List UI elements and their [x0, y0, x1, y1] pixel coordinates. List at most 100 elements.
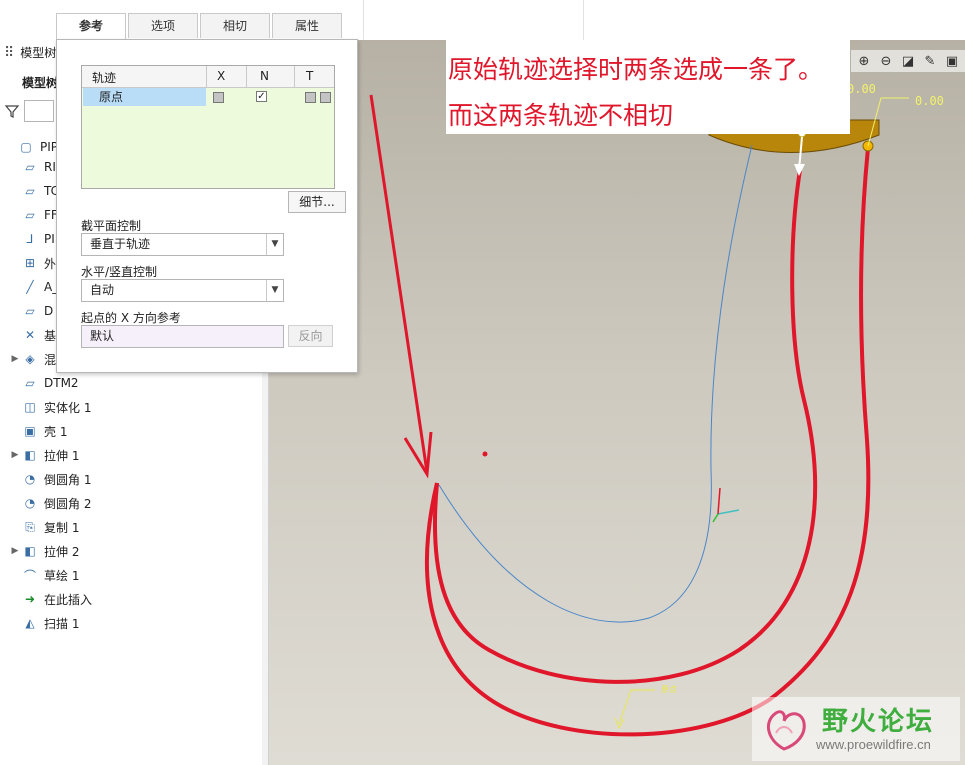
t-checkbox-2[interactable] — [320, 92, 331, 103]
plane-icon: ▱ — [25, 376, 35, 390]
refit-icon[interactable]: ◪ — [899, 52, 917, 70]
x-direction-label: 起点的 X 方向参考 — [81, 311, 181, 325]
plane-icon: ▱ — [25, 160, 35, 174]
x-checkbox[interactable] — [213, 92, 224, 103]
tree-item[interactable]: ✕ 基 — [8, 324, 56, 346]
tab-options[interactable]: 选项 — [128, 13, 198, 38]
tree-item-label: DTM2 — [44, 376, 79, 390]
trajectory-name[interactable]: 原点 — [83, 88, 206, 106]
col-x: X — [217, 69, 226, 83]
tree-item[interactable]: ▶ ◧ 拉伸 2 — [8, 540, 80, 562]
separator — [363, 0, 364, 40]
shell-icon: ▣ — [24, 424, 36, 438]
tree-item-label: 实体化 1 — [44, 400, 92, 415]
tree-item[interactable]: ▱ D — [8, 300, 53, 322]
tree-item[interactable]: ⅃ PI — [8, 228, 55, 250]
red-dot — [482, 451, 488, 457]
zoom-in-icon[interactable]: ⊕ — [855, 52, 873, 70]
direction-arrowhead — [794, 164, 805, 176]
tree-item[interactable]: ◫ 实体化 1 — [8, 396, 91, 418]
display-style-icon[interactable]: ▣ — [943, 52, 961, 70]
tab-tangency[interactable]: 相切 — [200, 13, 270, 38]
blue-curve — [438, 144, 753, 623]
tree-item[interactable]: ▶ ◧ 拉伸 1 — [8, 444, 80, 466]
blend-icon: ◈ — [25, 352, 35, 366]
tree-item-label: 倒圆角 2 — [44, 496, 92, 511]
n-checkbox[interactable]: ✓ — [256, 91, 267, 102]
hv-control-select[interactable]: 自动 ▼ — [81, 279, 284, 302]
details-button[interactable]: 细节... — [288, 191, 346, 213]
tree-item[interactable]: ▶ ◈ 混 — [8, 348, 56, 370]
tab-strip: 参考 选项 相切 属性 — [56, 13, 344, 40]
tree-item-label: 草绘 1 — [44, 568, 80, 583]
insert-here-icon: ➜ — [24, 592, 36, 606]
axis-icon: ╱ — [26, 280, 34, 294]
tree-item[interactable]: ⊞ 外 — [8, 252, 56, 274]
tree-item[interactable]: ▱ RI — [8, 156, 56, 178]
tree-grid-icon[interactable]: ⠿ — [4, 45, 14, 61]
tree-item[interactable]: ╱ A_ — [8, 276, 58, 298]
expand-arrow-icon[interactable]: ▶ — [8, 450, 22, 460]
tree-item[interactable]: ◔ 倒圆角 2 — [8, 492, 92, 514]
tree-item[interactable]: ▱ FF — [8, 204, 57, 226]
x-direction-value: 默认 — [90, 329, 115, 343]
csys-x-axis — [717, 509, 740, 515]
chevron-down-icon[interactable]: ▼ — [266, 280, 283, 301]
tree-item[interactable]: ▱ TC — [8, 180, 59, 202]
filter-icon[interactable] — [4, 103, 20, 119]
tree-item-label: D — [44, 304, 54, 318]
view-toolbar: ⊕ ⊖ ◪ ✎ ▣ — [851, 50, 965, 72]
trajectory-table-header: 轨迹 X N T — [82, 66, 334, 88]
tree-item-label: 扫描 1 — [44, 616, 80, 631]
tree-filter — [4, 100, 54, 122]
external-icon: ⊞ — [24, 256, 36, 270]
tab-properties[interactable]: 属性 — [272, 13, 342, 38]
dimension-left[interactable]: 0.00 — [847, 82, 876, 96]
tree-item[interactable]: ▱ DTM2 — [8, 372, 79, 394]
sweep-icon: ◭ — [25, 616, 35, 630]
tree-item[interactable]: ▣ 壳 1 — [8, 420, 67, 442]
watermark-url: www.proewildfire.cn — [816, 737, 931, 752]
proewildfire-logo-icon — [767, 710, 806, 751]
tree-item-label: 复制 1 — [44, 520, 80, 535]
model-tree-subtitle: 模型树 — [22, 76, 59, 90]
origin-leader — [618, 689, 655, 725]
watermark-name: 野火论坛 — [822, 707, 935, 737]
tree-item[interactable]: ⌒ 草绘 1 — [8, 564, 79, 586]
tree-item[interactable]: ◔ 倒圆角 1 — [8, 468, 92, 490]
model-tree-header: ⠿ 模型树 — [4, 44, 56, 61]
t-checkbox[interactable] — [305, 92, 316, 103]
extrude-icon: ◧ — [24, 448, 36, 462]
zoom-out-icon[interactable]: ⊖ — [877, 52, 895, 70]
expand-arrow-icon[interactable]: ▶ — [8, 354, 22, 364]
model-geometry — [369, 94, 909, 737]
graphics-viewport[interactable]: 0.00 0.00 原点 ⊕ ⊖ ◪ ✎ ▣ 野火论坛 www.proewild… — [269, 40, 965, 765]
tree-item-label: 拉伸 2 — [44, 544, 80, 559]
tree-item[interactable]: ➜ 在此插入 — [8, 588, 92, 610]
tab-references[interactable]: 参考 — [56, 13, 126, 40]
flip-button[interactable]: 反向 — [288, 325, 333, 347]
dashboard-tab-bar: 参考 选项 相切 属性 — [0, 0, 965, 41]
expand-arrow-icon[interactable]: ▶ — [8, 546, 22, 556]
x-direction-field[interactable]: 默认 — [81, 325, 284, 348]
separator — [583, 0, 584, 40]
tree-item-label: PI — [44, 232, 55, 246]
col-n: N — [260, 69, 269, 83]
tree-item-label: 拉伸 1 — [44, 448, 80, 463]
datum-point-icon: ✕ — [24, 328, 36, 342]
section-plane-select[interactable]: 垂直于轨迹 ▼ — [81, 233, 284, 256]
tree-search-input[interactable] — [24, 100, 54, 122]
chevron-down-icon[interactable]: ▼ — [266, 234, 283, 255]
repaint-icon[interactable]: ✎ — [921, 52, 939, 70]
tree-item-label: 混 — [44, 352, 57, 367]
table-row[interactable]: 原点 ✓ — [83, 88, 333, 106]
tree-item[interactable]: ⎘ 复制 1 — [8, 516, 79, 538]
annotation-line-1: 原始轨迹选择时两条选成一条了。 — [448, 55, 824, 84]
dimension-right[interactable]: 0.00 — [915, 94, 944, 108]
tree-item[interactable]: ◭ 扫描 1 — [8, 612, 79, 634]
plane-icon: ▱ — [25, 304, 35, 318]
tree-item-label: 在此插入 — [44, 592, 93, 607]
annotation-line-2: 而这两条轨迹不相切 — [448, 101, 674, 130]
plane-icon: ▱ — [25, 184, 35, 198]
tree-item-label: 外 — [44, 256, 57, 271]
